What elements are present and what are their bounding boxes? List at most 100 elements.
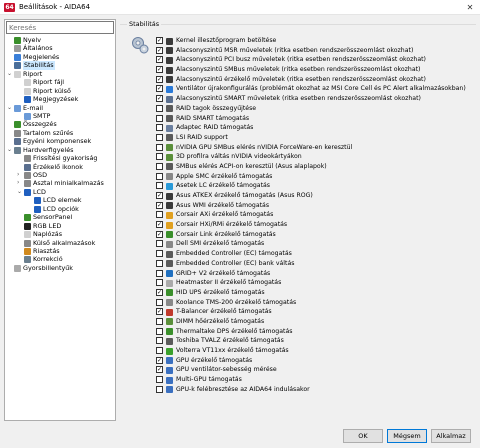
chevron-right-icon[interactable]: › — [17, 179, 19, 187]
tree-item[interactable]: Riport külső — [5, 87, 115, 95]
option-checkbox[interactable] — [156, 211, 163, 219]
option-checkbox[interactable] — [156, 133, 163, 141]
apply-button[interactable]: Alkalmaz — [431, 429, 471, 443]
option-checkbox[interactable]: ✓ — [156, 288, 163, 296]
option-checkbox[interactable]: ✓ — [156, 75, 163, 83]
tree-item[interactable]: Megjelenés — [5, 53, 115, 61]
option-checkbox[interactable] — [156, 269, 163, 277]
tree-item-label: Riport — [23, 69, 43, 78]
option-checkbox[interactable] — [156, 327, 163, 335]
tree-item[interactable]: ⌄ Hardverfigyelés — [5, 146, 115, 154]
tree-item-icon — [24, 239, 31, 247]
option-checkbox[interactable]: ✓ — [156, 66, 163, 74]
tree-item-icon — [24, 231, 31, 239]
option-checkbox[interactable] — [156, 279, 163, 287]
option-icon — [166, 250, 173, 258]
option-checkbox[interactable]: ✓ — [156, 37, 163, 44]
tree-item[interactable]: Korrekció — [5, 255, 115, 264]
tree-item[interactable]: Riport fájl — [5, 78, 115, 87]
option-label: GRID+ V2 érzékelő támogatás — [176, 269, 271, 277]
tree-item[interactable]: Összegzés — [5, 120, 115, 129]
option-checkbox[interactable] — [156, 153, 163, 161]
option-icon — [166, 37, 173, 45]
close-button[interactable]: ✕ — [460, 0, 480, 15]
option-row: ✓ Corsair HXi/RMi érzékelő támogatás — [156, 220, 474, 230]
tree-item[interactable]: ⌄ Riport — [5, 70, 115, 78]
tree-item[interactable]: Megjegyzések — [5, 95, 115, 104]
ok-button[interactable]: OK — [343, 429, 383, 443]
tree-item[interactable]: Külső alkalmazások — [5, 239, 115, 247]
tree-item[interactable]: Tartalom szűrés — [5, 129, 115, 137]
tree-item[interactable]: ⌄ E-mail — [5, 104, 115, 112]
option-checkbox[interactable] — [156, 337, 163, 345]
option-checkbox[interactable] — [156, 240, 163, 248]
option-checkbox[interactable] — [156, 114, 163, 122]
option-checkbox[interactable]: ✓ — [156, 192, 163, 199]
option-checkbox[interactable] — [156, 182, 163, 190]
tree-item[interactable]: › Asztal minialkalmazás — [5, 179, 115, 188]
option-checkbox[interactable]: ✓ — [156, 230, 163, 238]
tree-item[interactable]: ⌄ LCD — [5, 188, 115, 196]
chevron-right-icon[interactable]: › — [17, 171, 19, 179]
option-checkbox[interactable]: ✓ — [156, 221, 163, 229]
option-checkbox[interactable] — [156, 143, 163, 151]
tree-item-icon — [24, 79, 31, 87]
tree-item[interactable]: Naplózás — [5, 230, 115, 239]
tree-item[interactable]: Nyelv — [5, 36, 115, 44]
option-checkbox[interactable] — [156, 298, 163, 306]
search-input[interactable] — [6, 21, 114, 34]
option-icon — [166, 308, 173, 316]
option-checkbox[interactable] — [156, 124, 163, 132]
chevron-down-icon[interactable]: ⌄ — [7, 70, 12, 78]
option-checkbox[interactable]: ✓ — [156, 201, 163, 209]
chevron-down-icon[interactable]: ⌄ — [7, 146, 12, 154]
option-checkbox[interactable]: ✓ — [156, 356, 163, 364]
tree-item[interactable]: Frissítési gyakoriság — [5, 154, 115, 163]
option-row: ✓ Corsair Link érzékelő támogatás — [156, 230, 474, 240]
tree-item[interactable]: Riasztás — [5, 247, 115, 255]
tree-item[interactable]: RGB LED — [5, 222, 115, 230]
tree-item-label: Riport külső — [33, 86, 71, 95]
cancel-button[interactable]: Mégsem — [387, 429, 427, 443]
option-checkbox[interactable] — [156, 259, 163, 267]
option-checkbox[interactable] — [156, 376, 163, 384]
option-checkbox[interactable]: ✓ — [156, 366, 163, 374]
option-checkbox[interactable] — [156, 250, 163, 258]
tree-item[interactable]: SensorPanel — [5, 213, 115, 222]
tree-item[interactable]: Stabilitás — [5, 61, 115, 70]
chevron-down-icon[interactable]: ⌄ — [7, 104, 12, 112]
option-row: ✓ T-Balancer érzékelő támogatás — [156, 307, 474, 317]
option-row: Heatmaster II érzékelő támogatás — [156, 278, 474, 288]
chevron-down-icon[interactable]: ⌄ — [17, 188, 22, 196]
tree-item[interactable]: SMTP — [5, 112, 115, 120]
tree-item-label: OSD — [33, 171, 48, 179]
option-checkbox[interactable]: ✓ — [156, 56, 163, 64]
tree-item[interactable]: Egyéni komponensek — [5, 137, 115, 146]
option-row: ✓ HID UPS érzékelő támogatás — [156, 288, 474, 298]
option-checkbox[interactable] — [156, 385, 163, 393]
tree-item[interactable]: › OSD — [5, 171, 115, 179]
tree-item[interactable]: Érzékelő ikonok — [5, 163, 115, 171]
tree-item[interactable]: LCD opciók — [5, 205, 115, 213]
option-icon — [166, 260, 173, 268]
option-checkbox[interactable] — [156, 162, 163, 170]
tree-item[interactable]: Általános — [5, 44, 115, 53]
option-checkbox[interactable] — [156, 104, 163, 112]
group-title: Stabilitás — [127, 20, 162, 28]
option-checkbox[interactable] — [156, 317, 163, 325]
option-icon — [166, 173, 173, 181]
option-icon — [166, 56, 173, 64]
option-icon — [166, 366, 173, 374]
tree-item-label: LCD elemek — [43, 196, 82, 205]
option-checkbox[interactable]: ✓ — [156, 95, 163, 103]
tree-item[interactable]: LCD elemek — [5, 196, 115, 205]
option-checkbox[interactable]: ✓ — [156, 308, 163, 316]
option-checkbox[interactable]: ✓ — [156, 85, 163, 93]
option-icon — [166, 115, 173, 122]
option-checkbox[interactable] — [156, 172, 163, 180]
option-checkbox[interactable]: ✓ — [156, 46, 163, 54]
option-icon — [166, 357, 173, 365]
option-checkbox[interactable] — [156, 347, 163, 354]
tree-item-label: E-mail — [23, 103, 44, 112]
tree-item[interactable]: Gyorsbillentyűk — [5, 264, 115, 272]
